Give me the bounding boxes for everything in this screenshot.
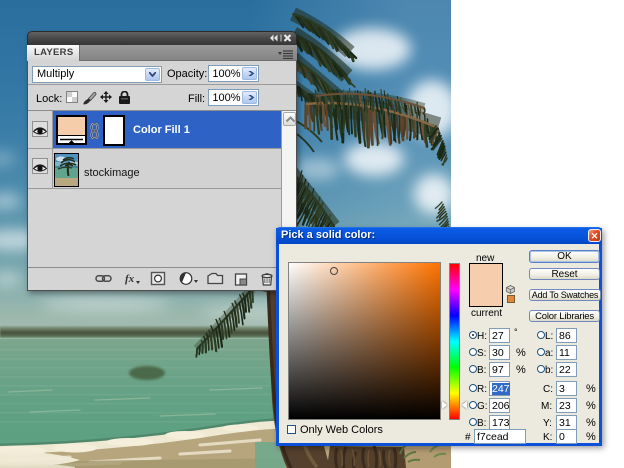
svg-text:fx: fx [125, 273, 135, 285]
